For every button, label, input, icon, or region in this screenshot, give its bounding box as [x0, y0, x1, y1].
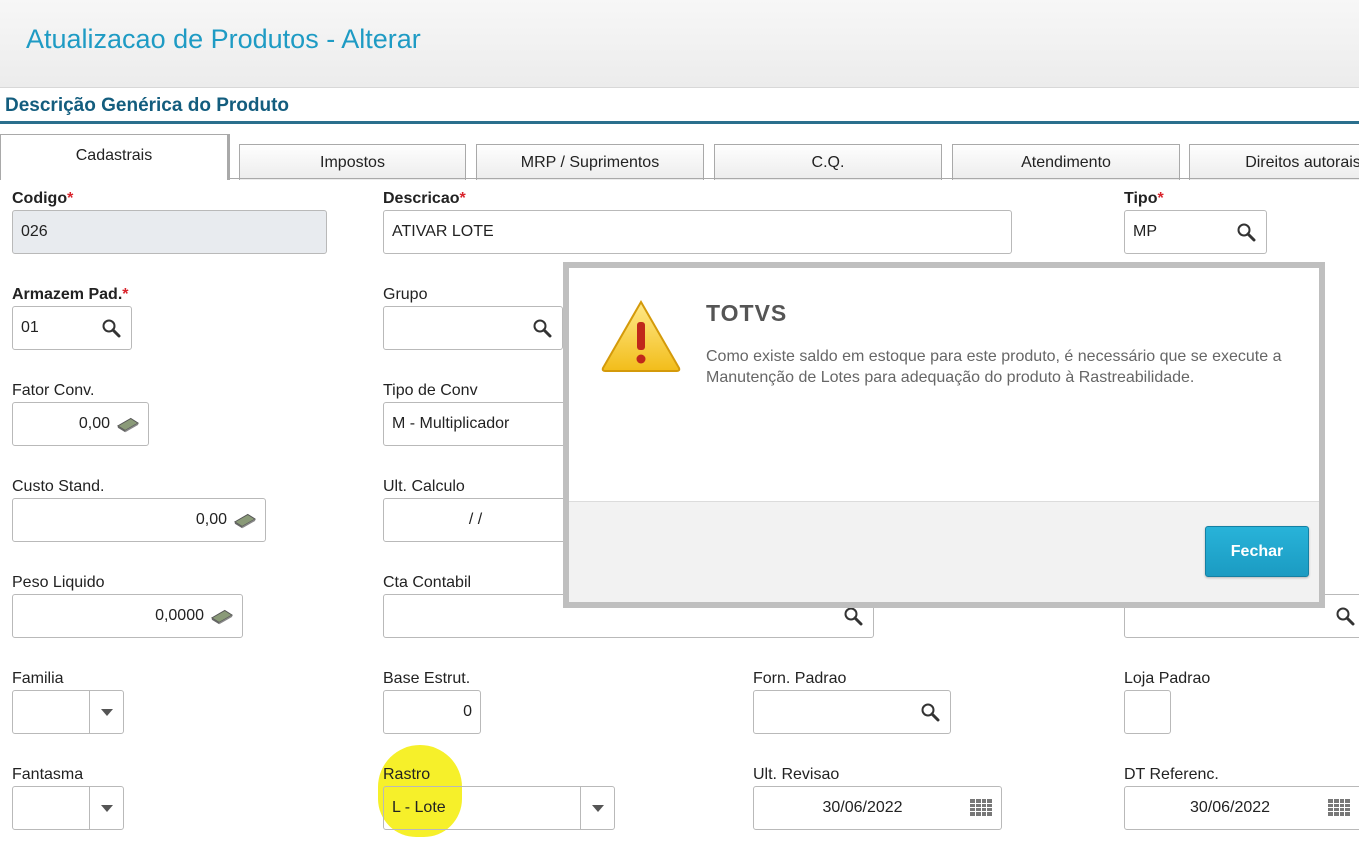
calendar-icon[interactable]	[969, 796, 993, 820]
section-divider	[0, 121, 1359, 124]
section-title: Descrição Genérica do Produto	[5, 95, 290, 116]
forn-padrao-label: Forn. Padrao	[753, 670, 847, 687]
armazem-field[interactable]: 01	[12, 306, 132, 350]
page-title: Atualizacao de Produtos - Alterar	[26, 24, 421, 54]
fator-conv-field[interactable]: 0,00	[12, 402, 149, 446]
base-estrut-label: Base Estrut.	[383, 670, 471, 687]
tab-impostos[interactable]: Impostos	[239, 144, 466, 180]
alert-dialog: TOTVS Como existe saldo em estoque para …	[563, 262, 1325, 608]
chevron-down-icon[interactable]	[580, 787, 614, 829]
descricao-field[interactable]: ATIVAR LOTE	[383, 210, 1012, 254]
fantasma-label: Fantasma	[12, 766, 84, 783]
familia-label: Familia	[12, 670, 64, 687]
dialog-body: TOTVS Como existe saldo em estoque para …	[569, 268, 1319, 501]
dt-referenc-label: DT Referenc.	[1124, 766, 1219, 783]
dialog-title: TOTVS	[706, 300, 788, 326]
base-estrut-field[interactable]: 0	[383, 690, 481, 734]
peso-liquido-field[interactable]: 0,0000	[12, 594, 243, 638]
chevron-down-icon[interactable]	[89, 691, 123, 733]
required-marker: *	[459, 190, 466, 207]
ult-calculo-label: Ult. Calculo	[383, 478, 465, 495]
tipo-conv-select[interactable]: M - Multiplicador	[383, 402, 568, 446]
dt-referenc-field[interactable]: 30/06/2022	[1124, 786, 1359, 830]
tipo-conv-label: Tipo de Conv	[383, 382, 478, 399]
rastro-label: Rastro	[383, 766, 431, 783]
required-marker: *	[122, 286, 129, 303]
loja-padrao-field[interactable]	[1124, 690, 1171, 734]
calculator-icon[interactable]	[210, 604, 234, 628]
required-marker: *	[67, 190, 74, 207]
search-icon[interactable]	[1234, 220, 1258, 244]
grupo-field[interactable]	[383, 306, 563, 350]
familia-select[interactable]	[12, 690, 124, 734]
search-icon[interactable]	[918, 700, 942, 724]
codigo-field[interactable]: 026	[12, 210, 327, 254]
tab-mrp-suprimentos[interactable]: MRP / Suprimentos	[476, 144, 704, 180]
search-icon[interactable]	[99, 316, 123, 340]
tab-cadastrais[interactable]: Cadastrais	[0, 134, 230, 180]
cta-contabil-label: Cta Contabil	[383, 574, 472, 591]
armazem-label: Armazem Pad.*	[12, 286, 129, 303]
ult-revisao-field[interactable]: 30/06/2022	[753, 786, 1002, 830]
tipo-field[interactable]: MP	[1124, 210, 1267, 254]
dialog-footer: Fechar	[569, 501, 1319, 602]
required-marker: *	[1157, 190, 1164, 207]
fator-conv-label: Fator Conv.	[12, 382, 95, 399]
codigo-label: Codigo*	[12, 190, 74, 207]
calculator-icon[interactable]	[233, 508, 257, 532]
rastro-select[interactable]: L - Lote	[383, 786, 615, 830]
calculator-icon[interactable]	[116, 412, 140, 436]
tipo-label: Tipo*	[1124, 190, 1164, 207]
descricao-label: Descricao*	[383, 190, 466, 207]
grupo-label: Grupo	[383, 286, 428, 303]
tab-cq[interactable]: C.Q.	[714, 144, 942, 180]
search-icon[interactable]	[530, 316, 554, 340]
dialog-message: Como existe saldo em estoque para este p…	[706, 348, 1282, 386]
ult-revisao-label: Ult. Revisao	[753, 766, 840, 783]
forn-padrao-field[interactable]	[753, 690, 951, 734]
chevron-down-icon[interactable]	[89, 787, 123, 829]
custo-stand-label: Custo Stand.	[12, 478, 105, 495]
ult-calculo-field[interactable]: / /	[383, 498, 568, 542]
tab-bar: Cadastrais Impostos MRP / Suprimentos C.…	[0, 128, 1359, 180]
peso-liquido-label: Peso Liquido	[12, 574, 105, 591]
tab-underline	[229, 178, 1359, 179]
window-header: Atualizacao de Produtos - Alterar	[0, 0, 1359, 88]
loja-padrao-label: Loja Padrao	[1124, 670, 1211, 687]
search-icon[interactable]	[1333, 604, 1357, 628]
calendar-icon[interactable]	[1327, 796, 1351, 820]
tab-atendimento[interactable]: Atendimento	[952, 144, 1180, 180]
close-button[interactable]: Fechar	[1205, 526, 1309, 577]
warning-icon	[599, 298, 683, 379]
custo-stand-field[interactable]: 0,00	[12, 498, 266, 542]
fantasma-select[interactable]	[12, 786, 124, 830]
tab-direitos-autorais[interactable]: Direitos autorais	[1189, 144, 1359, 180]
